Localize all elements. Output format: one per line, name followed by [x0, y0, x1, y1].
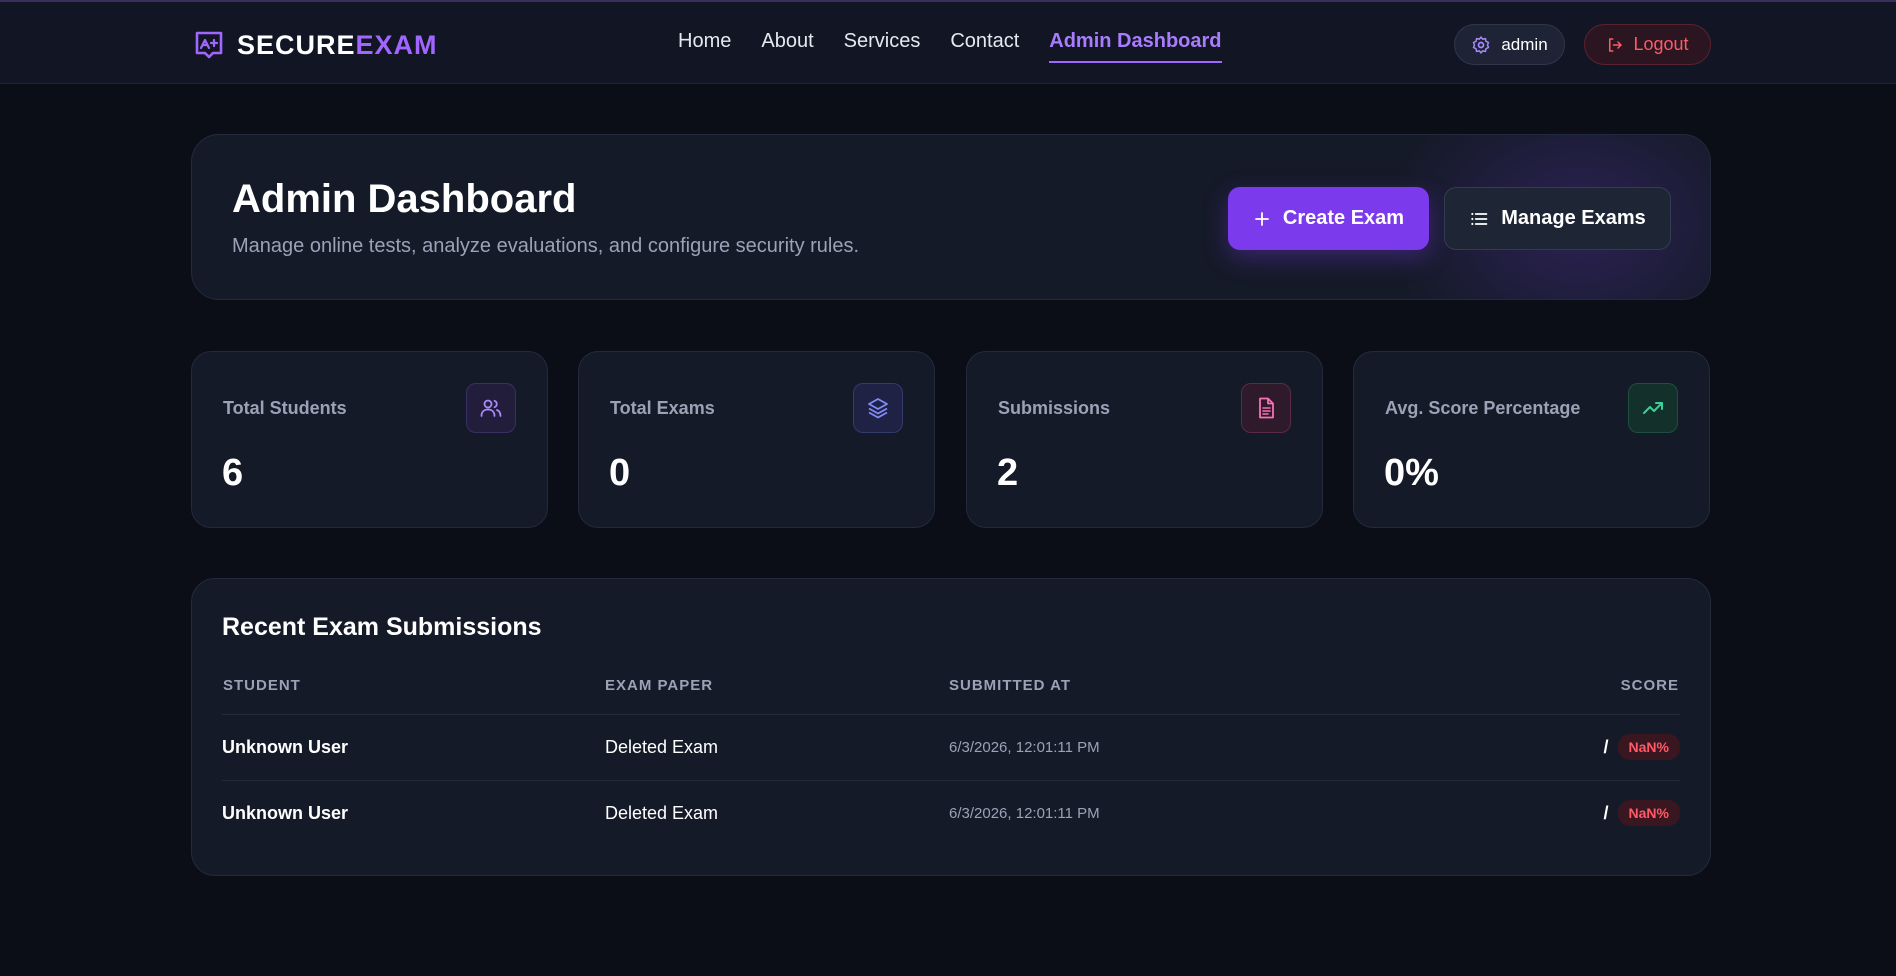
- brand-word-secure: SECURE: [237, 29, 356, 60]
- gear-icon: [1473, 35, 1490, 54]
- stat-label: Submissions: [998, 398, 1111, 418]
- stat-value: 2: [997, 452, 1019, 494]
- stat-card-submissions: Submissions 2: [966, 351, 1323, 528]
- table-row[interactable]: Unknown User Deleted Exam 6/3/2026, 12:0…: [222, 780, 1680, 846]
- create-exam-button[interactable]: Create Exam: [1228, 187, 1429, 250]
- nav-links: Home About Services Contact Admin Dashbo…: [678, 30, 1222, 63]
- logout-label: Logout: [1633, 34, 1689, 54]
- stat-card-total-students: Total Students 6: [191, 351, 548, 528]
- student-name: Unknown User: [222, 737, 349, 757]
- score-value: /: [1603, 802, 1609, 823]
- column-header-score: SCORE: [1620, 677, 1679, 694]
- navbar: SECUREEXAM Home About Services Contact A…: [0, 0, 1896, 84]
- submitted-at: 6/3/2026, 12:01:11 PM: [949, 739, 1100, 756]
- stat-value: 6: [222, 452, 244, 494]
- logout-button[interactable]: Logout: [1584, 24, 1711, 65]
- manage-exams-button[interactable]: Manage Exams: [1444, 187, 1671, 250]
- student-name: Unknown User: [222, 803, 349, 823]
- score-cell: / NaN%: [1604, 800, 1680, 826]
- score-cell: / NaN%: [1604, 734, 1680, 760]
- section-title: Recent Exam Submissions: [222, 613, 542, 641]
- dashboard-header: Admin Dashboard Manage online tests, ana…: [191, 134, 1711, 300]
- brand-name: SECUREEXAM: [237, 30, 438, 61]
- nav-about[interactable]: About: [761, 30, 813, 63]
- score-percent-badge: NaN%: [1617, 800, 1680, 826]
- manage-exams-label: Manage Exams: [1501, 207, 1646, 229]
- logout-icon: [1609, 37, 1623, 52]
- trending-up-icon: [1628, 383, 1678, 433]
- users-icon: [466, 383, 516, 433]
- stat-value: 0: [609, 452, 631, 494]
- nav-contact[interactable]: Contact: [950, 30, 1019, 63]
- stat-card-total-exams: Total Exams 0: [578, 351, 935, 528]
- user-menu[interactable]: admin: [1454, 24, 1565, 65]
- exam-logo-icon: [195, 31, 223, 59]
- user-name: admin: [1501, 34, 1548, 54]
- stat-label: Total Students: [223, 398, 347, 418]
- stat-label: Avg. Score Percentage: [1385, 398, 1581, 418]
- score-value: /: [1603, 736, 1609, 757]
- submitted-at: 6/3/2026, 12:01:11 PM: [949, 805, 1100, 822]
- column-header-exam-paper: EXAM PAPER: [605, 677, 714, 694]
- score-percent-badge: NaN%: [1617, 734, 1680, 760]
- recent-submissions-panel: Recent Exam Submissions STUDENT EXAM PAP…: [191, 578, 1711, 876]
- column-header-submitted-at: SUBMITTED AT: [949, 677, 1071, 694]
- nav-home[interactable]: Home: [678, 30, 731, 63]
- page-subtitle: Manage online tests, analyze evaluations…: [232, 235, 860, 257]
- brand[interactable]: SECUREEXAM: [193, 28, 438, 62]
- stat-value: 0%: [1384, 452, 1439, 494]
- stat-label: Total Exams: [610, 398, 715, 418]
- stat-card-avg-score: Avg. Score Percentage 0%: [1353, 351, 1710, 528]
- column-header-student: STUDENT: [223, 677, 301, 694]
- document-icon: [1241, 383, 1291, 433]
- brand-word-exam: EXAM: [355, 29, 438, 60]
- list-icon: [1471, 212, 1488, 225]
- nav-services[interactable]: Services: [844, 30, 921, 63]
- exam-paper: Deleted Exam: [605, 803, 719, 823]
- create-exam-label: Create Exam: [1282, 207, 1405, 229]
- nav-admin-dashboard[interactable]: Admin Dashboard: [1049, 30, 1222, 63]
- layers-icon: [853, 383, 903, 433]
- page-title: Admin Dashboard: [232, 177, 577, 221]
- table-row[interactable]: Unknown User Deleted Exam 6/3/2026, 12:0…: [222, 714, 1680, 780]
- exam-paper: Deleted Exam: [605, 737, 719, 757]
- plus-icon: [1255, 211, 1269, 226]
